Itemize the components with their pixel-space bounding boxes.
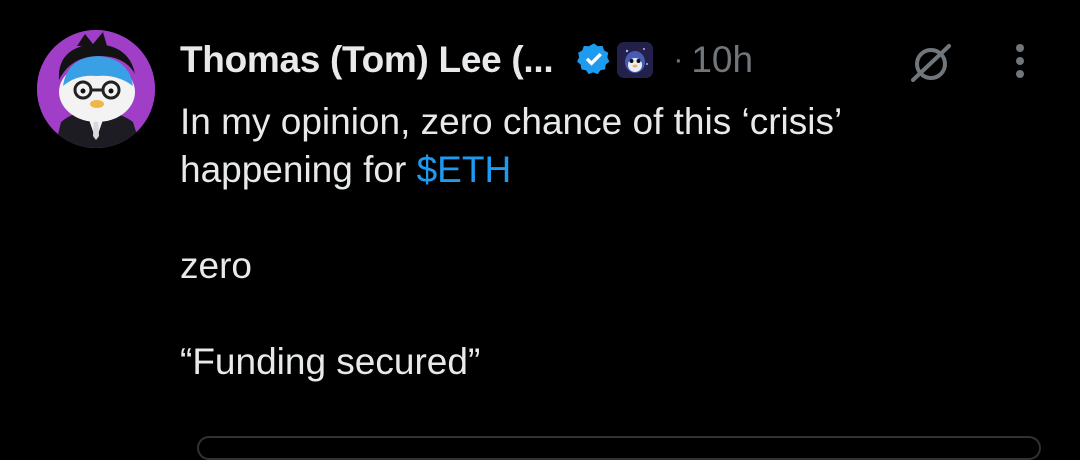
cashtag-link[interactable]: $ETH [417, 149, 512, 190]
tweet-text-line: In my opinion, zero chance of this ‘cris… [180, 101, 843, 142]
tweet-text: In my opinion, zero chance of this ‘cris… [180, 98, 1060, 386]
header-separator: · [673, 43, 684, 76]
tweet-text-line: zero [180, 245, 252, 286]
verified-badge-icon[interactable] [575, 41, 613, 79]
embedded-card[interactable] [197, 436, 1041, 460]
tweet-text-line: “Funding secured” [180, 341, 481, 382]
tweet-text-fragment: happening for [180, 149, 417, 190]
grok-icon[interactable] [905, 42, 955, 84]
author-avatar[interactable] [37, 30, 155, 148]
author-display-name[interactable]: Thomas (Tom) Lee (... [180, 39, 554, 81]
tweet-text-line: happening for $ETH [180, 146, 1060, 194]
more-options-icon[interactable] [1006, 40, 1034, 86]
tweet[interactable]: Thomas (Tom) Lee (... · 10h In my opinio… [0, 0, 1080, 460]
affiliate-badge-icon[interactable] [617, 42, 654, 78]
tweet-timestamp[interactable]: 10h [691, 39, 753, 81]
tweet-header: Thomas (Tom) Lee (... · 10h [180, 36, 753, 84]
penguin-avatar-icon [37, 30, 155, 148]
